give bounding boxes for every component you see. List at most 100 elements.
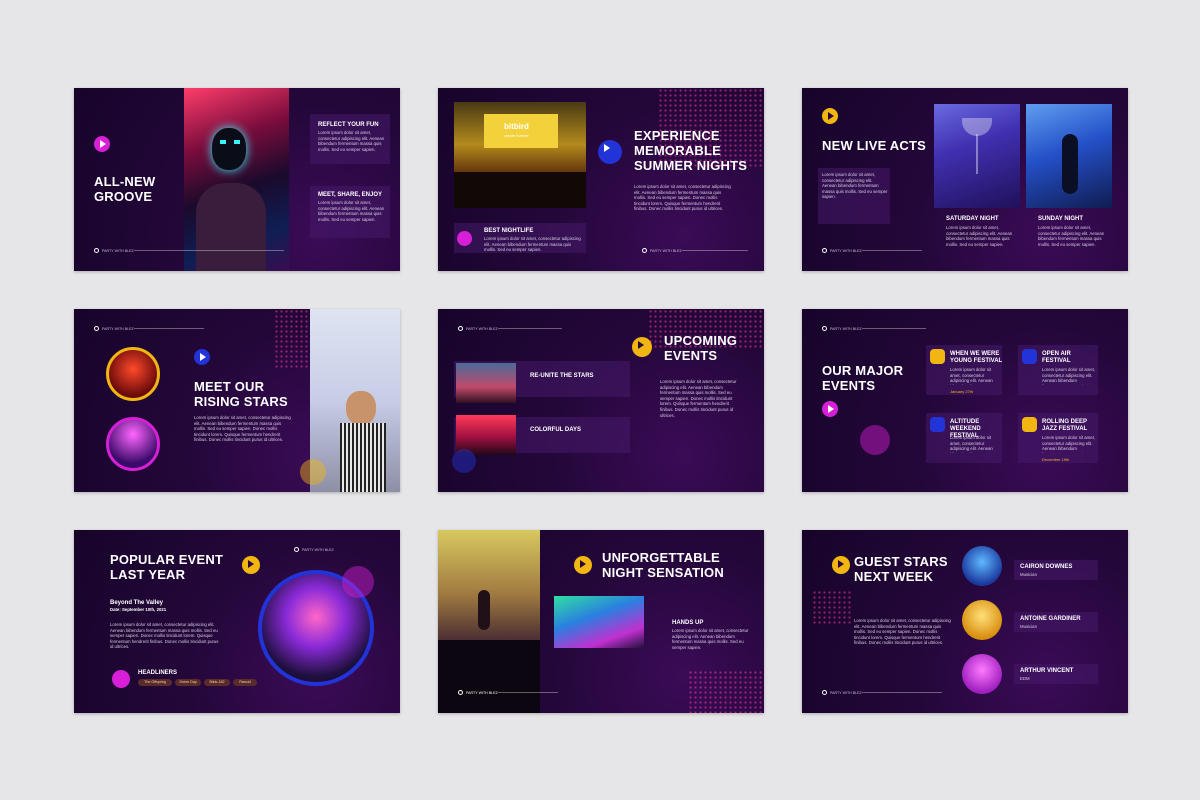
header-line xyxy=(134,328,204,329)
event-date-1: January 27th xyxy=(950,389,974,394)
event-body-3: Lorem ipsum dolor sit amet, consectetur … xyxy=(950,435,993,453)
play-icon xyxy=(832,556,850,574)
screen-brand: bitbird xyxy=(504,122,529,131)
card-heading: BEST NIGHTLIFE xyxy=(484,228,534,234)
bokeh xyxy=(342,566,374,598)
event-title-1: RE-UNITE THE STARS xyxy=(530,373,594,379)
footer-label: PARTY WITH BLEZ xyxy=(466,691,498,695)
play-icon xyxy=(598,140,622,164)
caption-body: Lorem ipsum dolor sit amet, consectetur … xyxy=(672,628,749,650)
slide-rising-stars[interactable]: PARTY WITH BLEZ MEET OUR RISING STARS Lo… xyxy=(74,309,400,492)
footer-line xyxy=(134,250,284,251)
body-text: Lorem ipsum dolor sit amet, consectetur … xyxy=(110,622,219,650)
bokeh xyxy=(860,425,890,455)
header-label: PARTY WITH BLEZ xyxy=(830,327,862,331)
slide-all-new-groove[interactable]: ALL-NEW GROOVE REFLECT YOUR FUN Lorem ip… xyxy=(74,88,400,271)
dj-performer-photo xyxy=(1026,104,1112,208)
event-body-4: Lorem ipsum dolor sit amet, consectetur … xyxy=(1042,435,1096,453)
footer-line xyxy=(682,250,748,251)
screen-tagline: create forever. xyxy=(504,133,530,138)
footer-dot xyxy=(458,690,463,695)
col2-heading: SUNDAY NIGHT xyxy=(1038,216,1084,222)
slide-title: NEW LIVE ACTS xyxy=(822,138,926,153)
guest-role-2: Musician xyxy=(1020,624,1037,629)
event-name-2: OPEN AIR FESTIVAL xyxy=(1042,351,1071,364)
body-text: Lorem ipsum dolor sit amet, consectetur … xyxy=(194,415,291,443)
footer-line xyxy=(862,250,922,251)
slide-title: EXPERIENCE MEMORABLE SUMMER NIGHTS xyxy=(634,128,748,173)
event-name-1: WHEN WE WERE YOUNG FESTIVAL xyxy=(950,351,1003,364)
festival-icon-3 xyxy=(930,417,945,432)
event-name-4: ROLLING DEEP JAZZ FESTIVAL xyxy=(1042,419,1088,432)
event-body-2: Lorem ipsum dolor sit amet, consectetur … xyxy=(1042,367,1096,385)
body-text: Lorem ipsum dolor sit amet, consectetur … xyxy=(634,184,731,212)
band-pill: The Offspring xyxy=(138,679,172,686)
slide-title: UNFORGETTABLE NIGHT SENSATION xyxy=(602,550,724,580)
play-icon xyxy=(574,556,592,574)
body-text: Lorem ipsum dolor sit amet, consectetur … xyxy=(854,618,951,646)
event-date-4: December 19th xyxy=(1042,457,1070,462)
concert-crowd-photo xyxy=(438,530,540,713)
nightlife-icon xyxy=(457,231,472,246)
cocktail-photo xyxy=(934,104,1020,208)
heading-reflect: REFLECT YOUR FUN xyxy=(318,122,379,128)
slide-title: MEET OUR RISING STARS xyxy=(194,379,288,409)
play-icon xyxy=(822,401,838,417)
footer-line xyxy=(862,692,942,693)
dot-pattern xyxy=(274,309,314,369)
footer-label: PARTY WITH BLEZ xyxy=(830,691,862,695)
bokeh xyxy=(452,449,476,473)
header-line xyxy=(862,328,926,329)
guest-photo-3 xyxy=(962,654,1002,694)
concert-screen-photo: bitbird create forever. xyxy=(454,102,586,208)
footer-label: PARTY WITH BLEZ xyxy=(830,249,862,253)
guest-photo-1 xyxy=(962,546,1002,586)
guest-name-3: ARTHUR VINCENT xyxy=(1020,668,1074,674)
play-icon xyxy=(194,349,210,365)
slide-title: ALL-NEW GROOVE xyxy=(94,174,156,204)
slide-title: UPCOMING EVENTS xyxy=(664,333,738,363)
header-label: PARTY WITH BLEZ xyxy=(102,327,134,331)
header-label: PARTY WITH BLEZ xyxy=(302,548,334,552)
event-photo-1 xyxy=(456,363,516,403)
band-pill: Rancid xyxy=(233,679,257,686)
slide-major-events[interactable]: PARTY WITH BLEZ OUR MAJOR EVENTS WHEN WE… xyxy=(802,309,1128,492)
star-photo-2 xyxy=(106,417,160,471)
bokeh xyxy=(300,459,326,485)
guest-role-3: EDM xyxy=(1020,676,1030,681)
play-icon xyxy=(94,136,110,152)
slide-popular-event[interactable]: POPULAR EVENT LAST YEAR PARTY WITH BLEZ … xyxy=(74,530,400,713)
star-photo-1 xyxy=(106,347,160,401)
slide-title: POPULAR EVENT LAST YEAR xyxy=(110,552,224,582)
slide-new-live-acts[interactable]: NEW LIVE ACTS Lorem ipsum dolor sit amet… xyxy=(802,88,1128,271)
body-text: Lorem ipsum dolor sit amet, consectetur … xyxy=(660,379,737,418)
slide-night-sensation[interactable]: UNFORGETTABLE NIGHT SENSATION HANDS UP L… xyxy=(438,530,764,713)
play-icon xyxy=(632,337,652,357)
col2-body: Lorem ipsum dolor sit amet, consectetur … xyxy=(1038,225,1105,247)
header-dot xyxy=(294,547,299,552)
event-title-2: COLORFUL DAYS xyxy=(530,427,582,433)
headliners-icon xyxy=(112,670,130,688)
slide-guest-stars[interactable]: GUEST STARS NEXT WEEK Lorem ipsum dolor … xyxy=(802,530,1128,713)
festival-icon-2 xyxy=(1022,349,1037,364)
festival-icon-4 xyxy=(1022,417,1037,432)
header-line xyxy=(498,328,562,329)
slide-title: GUEST STARS NEXT WEEK xyxy=(854,554,948,584)
slide-summer-nights[interactable]: bitbird create forever. EXPERIENCE MEMOR… xyxy=(438,88,764,271)
band-pill: Green Day xyxy=(175,679,201,686)
body-text: Lorem ipsum dolor sit amet, consectetur … xyxy=(822,172,888,200)
event-body-1: Lorem ipsum dolor sit amet, consectetur … xyxy=(950,367,993,385)
header-dot xyxy=(94,326,99,331)
header-label: PARTY WITH BLEZ xyxy=(466,327,498,331)
event-date: Date: September 10th, 2021 xyxy=(110,607,167,612)
footer-label: PARTY WITH BLEZ xyxy=(102,249,134,253)
footer-dot xyxy=(94,248,99,253)
footer-dot xyxy=(822,248,827,253)
light-show-photo xyxy=(554,596,644,648)
guest-name-1: CAIRON DOWNES xyxy=(1020,564,1073,570)
play-icon xyxy=(242,556,260,574)
guest-role-1: Musician xyxy=(1020,572,1037,577)
slide-upcoming-events[interactable]: PARTY WITH BLEZ UPCOMING EVENTS Lorem ip… xyxy=(438,309,764,492)
col1-body: Lorem ipsum dolor sit amet, consectetur … xyxy=(946,225,1013,247)
caption-heading: HANDS UP xyxy=(672,620,704,626)
